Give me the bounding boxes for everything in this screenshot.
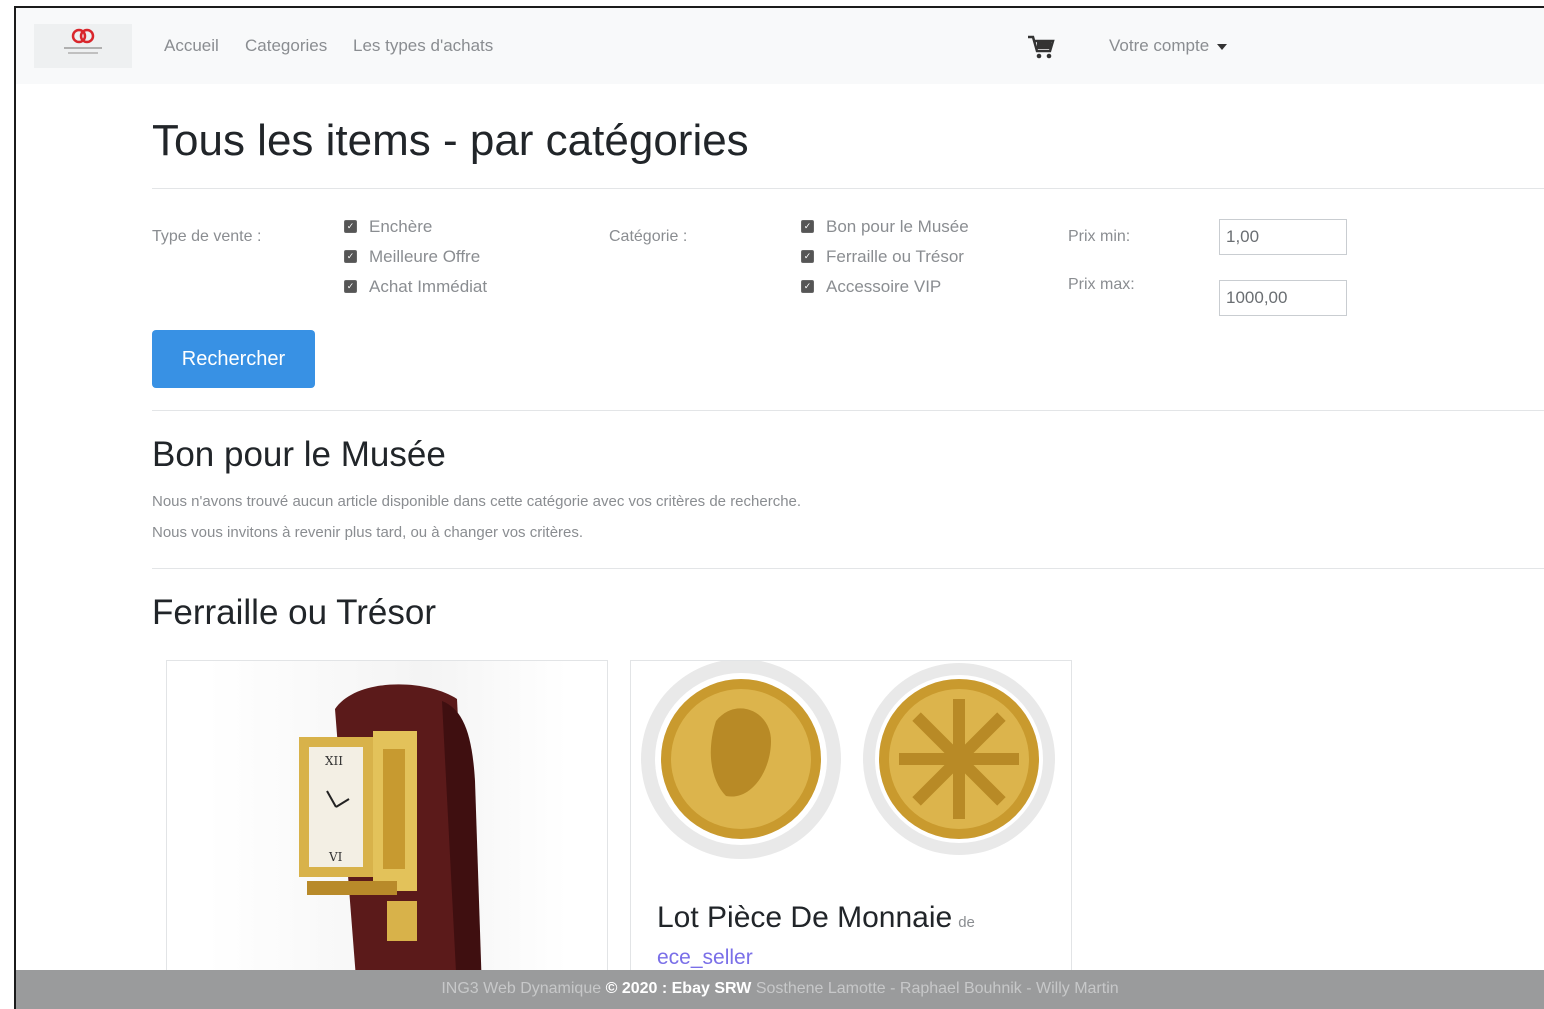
caret-down-icon: [1217, 43, 1228, 50]
checkbox-achat-immediat[interactable]: ✓ Achat Immédiat: [344, 277, 487, 297]
nav-link-accueil[interactable]: Accueil: [164, 36, 219, 56]
svg-text:VI: VI: [328, 850, 343, 864]
price-min-input[interactable]: [1219, 219, 1347, 255]
checkbox-checked-icon[interactable]: ✓: [801, 250, 814, 264]
product-card-watch[interactable]: XII VI: [166, 660, 608, 992]
checkbox-checked-icon[interactable]: ✓: [344, 250, 357, 264]
price-max-input[interactable]: [1219, 280, 1347, 316]
no-results-hint: Nous vous invitons à revenir plus tard, …: [152, 524, 584, 541]
price-min-label: Prix min:: [1068, 228, 1131, 245]
footer-brand: © 2020 : Ebay SRW: [605, 980, 752, 997]
checkbox-label: Ferraille ou Trésor: [826, 247, 964, 266]
divider: [152, 410, 1544, 411]
checkbox-label: Achat Immédiat: [369, 277, 488, 296]
checkbox-label: Enchère: [369, 217, 433, 236]
product-card-coins[interactable]: Lot Pièce De Monnaie de ece_seller: [630, 660, 1072, 992]
no-results-message: Nous n'avons trouvé aucun article dispon…: [152, 493, 802, 510]
checkbox-accessoire-vip[interactable]: ✓ Accessoire VIP: [801, 277, 941, 297]
nav-link-types-achats[interactable]: Les types d'achats: [353, 36, 493, 56]
product-title-text: Lot Pièce De Monnaie: [657, 901, 953, 934]
svg-text:XII: XII: [325, 754, 343, 768]
product-image[interactable]: XII VI: [207, 661, 567, 991]
account-label: Votre compte: [1109, 36, 1210, 55]
checkbox-enchere[interactable]: ✓ Enchère: [344, 217, 432, 237]
checkbox-bon-pour-le-musee[interactable]: ✓ Bon pour le Musée: [801, 217, 969, 237]
checkbox-label: Accessoire VIP: [826, 277, 942, 296]
browser-viewport: Accueil Categories Les types d'achats Vo…: [14, 6, 1544, 1009]
checkbox-checked-icon[interactable]: ✓: [801, 280, 814, 294]
page-title: Tous les items - par catégories: [152, 116, 749, 165]
footer-course: ING3 Web Dynamique: [441, 980, 602, 997]
checkbox-checked-icon[interactable]: ✓: [344, 220, 357, 234]
section-title-ferraille-ou-tresor: Ferraille ou Trésor: [152, 593, 436, 632]
sale-type-label: Type de vente :: [152, 228, 262, 245]
checkbox-label: Meilleure Offre: [369, 247, 481, 266]
category-label: Catégorie :: [609, 228, 688, 245]
seller-link[interactable]: ece_seller: [657, 946, 753, 970]
divider: [152, 188, 1544, 189]
product-image[interactable]: [631, 661, 1071, 881]
checkbox-meilleure-offre[interactable]: ✓ Meilleure Offre: [344, 247, 480, 267]
footer: ING3 Web Dynamique © 2020 : Ebay SRW Sos…: [16, 970, 1544, 1009]
section-title-bon-pour-le-musee: Bon pour le Musée: [152, 435, 446, 474]
checkbox-checked-icon[interactable]: ✓: [344, 280, 357, 294]
product-title[interactable]: Lot Pièce De Monnaie de: [657, 901, 975, 935]
divider: [152, 568, 1544, 569]
footer-authors: Sosthene Lamotte - Raphael Bouhnik - Wil…: [755, 980, 1119, 997]
product-by-label: de: [958, 914, 975, 931]
site-logo[interactable]: [34, 24, 132, 68]
checkbox-checked-icon[interactable]: ✓: [801, 220, 814, 234]
shopping-cart-icon[interactable]: [1026, 32, 1056, 62]
checkbox-label: Bon pour le Musée: [826, 217, 969, 236]
checkbox-ferraille-ou-tresor[interactable]: ✓ Ferraille ou Trésor: [801, 247, 964, 267]
price-max-label: Prix max:: [1068, 276, 1135, 293]
search-button[interactable]: Rechercher: [152, 330, 315, 388]
navbar: Accueil Categories Les types d'achats Vo…: [16, 8, 1544, 84]
account-dropdown[interactable]: Votre compte: [1109, 36, 1228, 56]
nav-link-categories[interactable]: Categories: [245, 36, 327, 56]
